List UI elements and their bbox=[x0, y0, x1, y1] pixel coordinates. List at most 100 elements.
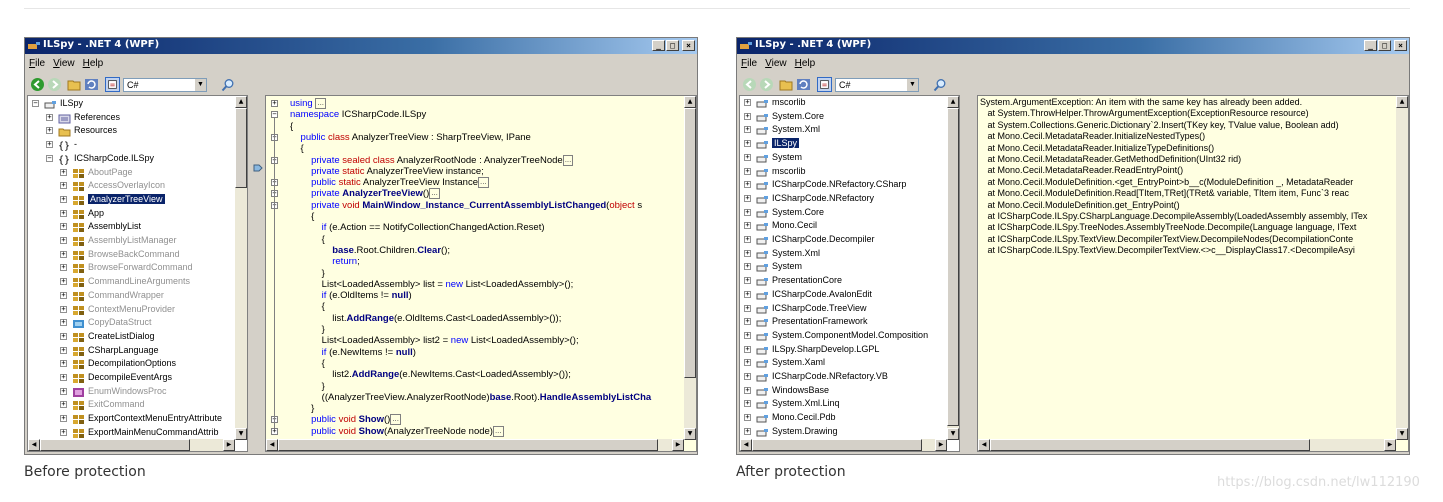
scroll-thumb[interactable] bbox=[40, 439, 190, 451]
menu-view[interactable]: View bbox=[765, 58, 787, 69]
expand-icon[interactable]: + bbox=[60, 374, 67, 381]
tree-node[interactable]: + CreateListDialog bbox=[28, 331, 237, 344]
expand-icon[interactable]: + bbox=[744, 181, 751, 189]
scroll-thumb[interactable] bbox=[990, 439, 1310, 451]
tree-node[interactable]: + ExportContextMenuEntryAttribute bbox=[28, 413, 237, 426]
assembly-tree[interactable]: − ILSpy + References + Resources +{} - −{} ICShar… bbox=[27, 95, 248, 452]
minimize-button[interactable]: _ bbox=[652, 40, 665, 51]
show-internal-icon[interactable] bbox=[105, 77, 120, 92]
menu-view[interactable]: View bbox=[53, 58, 75, 69]
scroll-up-button[interactable]: ▲ bbox=[947, 96, 959, 108]
expand-icon[interactable]: + bbox=[744, 208, 751, 216]
text-horizontal-scrollbar[interactable]: ◀ ▶ bbox=[978, 439, 1396, 451]
scroll-down-button[interactable]: ▼ bbox=[1396, 428, 1408, 440]
tree-node[interactable]: + {} - bbox=[28, 139, 237, 152]
scroll-thumb[interactable] bbox=[947, 108, 959, 426]
tree-node[interactable]: + BrowseBackCommand bbox=[28, 249, 237, 262]
minimize-button[interactable]: _ bbox=[1364, 40, 1377, 51]
expand-icon[interactable]: + bbox=[744, 263, 751, 271]
exception-text-view[interactable]: System.ArgumentException: An item with t… bbox=[977, 95, 1409, 452]
expand-icon[interactable]: + bbox=[271, 100, 278, 107]
expand-icon[interactable]: + bbox=[744, 359, 751, 367]
tree-node[interactable]: + AboutPage bbox=[28, 167, 237, 180]
tree-node[interactable]: + CSharpLanguage bbox=[28, 345, 237, 358]
expand-icon[interactable]: + bbox=[744, 414, 751, 422]
pane-splitter[interactable] bbox=[248, 95, 254, 454]
tree-node[interactable]: + AssemblyList bbox=[28, 221, 237, 234]
pane-splitter[interactable] bbox=[960, 95, 966, 454]
expand-icon[interactable]: + bbox=[744, 331, 751, 339]
scroll-left-button[interactable]: ◀ bbox=[266, 439, 278, 451]
tree-node[interactable]: + System.Core bbox=[740, 207, 949, 220]
tree-horizontal-scrollbar[interactable]: ◀ ▶ bbox=[28, 439, 235, 451]
code-vertical-scrollbar[interactable]: ▲ ▼ bbox=[684, 96, 696, 440]
maximize-button[interactable]: □ bbox=[666, 40, 679, 51]
tree-node[interactable]: + AnalyzerTreeView bbox=[28, 193, 237, 207]
search-icon[interactable] bbox=[933, 78, 947, 92]
tree-node[interactable]: − ILSpy bbox=[28, 98, 237, 111]
decompiled-code-view[interactable]: +using ...−namespace ICSharpCode.ILSpy{−… bbox=[265, 95, 697, 452]
tree-node[interactable]: + CommandLineArguments bbox=[28, 276, 237, 289]
tree-node[interactable]: + DecompileEventArgs bbox=[28, 372, 237, 385]
tree-node[interactable]: + System.Xml.Linq bbox=[740, 398, 949, 411]
scroll-thumb[interactable] bbox=[684, 108, 696, 378]
collapse-icon[interactable]: − bbox=[32, 100, 39, 107]
expand-icon[interactable]: + bbox=[744, 345, 751, 353]
scroll-down-button[interactable]: ▼ bbox=[235, 428, 247, 440]
expand-icon[interactable]: + bbox=[744, 373, 751, 380]
tree-node[interactable]: + WindowsBase bbox=[740, 385, 949, 398]
tree-node[interactable]: + Mono.Cecil bbox=[740, 220, 949, 233]
scroll-thumb[interactable] bbox=[235, 108, 247, 188]
expand-icon[interactable]: + bbox=[60, 415, 67, 423]
tree-node[interactable]: + ICSharpCode.NRefactory.CSharp bbox=[740, 179, 949, 192]
scroll-down-button[interactable]: ▼ bbox=[684, 428, 696, 440]
expand-icon[interactable]: + bbox=[46, 127, 53, 135]
scroll-thumb[interactable] bbox=[752, 439, 922, 451]
expand-icon[interactable]: + bbox=[60, 278, 67, 286]
expand-icon[interactable]: + bbox=[60, 237, 67, 244]
expand-icon[interactable]: + bbox=[60, 401, 67, 409]
collapsed-region[interactable]: ... bbox=[478, 177, 489, 189]
tree-node[interactable]: + ICSharpCode.NRefactory bbox=[740, 193, 949, 206]
tree-node[interactable]: + CopyDataStruct bbox=[28, 317, 237, 330]
expand-icon[interactable]: + bbox=[46, 141, 53, 149]
title-bar[interactable]: ILSpy - .NET 4 (WPF) _ □ × bbox=[25, 38, 697, 54]
close-button[interactable]: × bbox=[1394, 40, 1407, 51]
expand-icon[interactable]: + bbox=[271, 427, 278, 435]
tree-node[interactable]: + ILSpy.SharpDevelop.LGPL bbox=[740, 344, 949, 357]
expand-icon[interactable]: + bbox=[60, 346, 67, 354]
tree-node[interactable]: + System.Drawing bbox=[740, 426, 949, 439]
collapsed-region[interactable]: ... bbox=[315, 98, 327, 109]
expand-icon[interactable]: + bbox=[60, 319, 67, 327]
expand-icon[interactable]: + bbox=[744, 167, 751, 175]
assembly-tree[interactable]: + mscorlib + System.Core + System.Xml + ILSpy + S… bbox=[739, 95, 960, 452]
expand-icon[interactable]: + bbox=[744, 318, 751, 326]
scroll-up-button[interactable]: ▲ bbox=[684, 96, 696, 108]
expand-icon[interactable]: + bbox=[60, 250, 67, 258]
tree-node[interactable]: + References bbox=[28, 112, 237, 125]
tree-node[interactable]: + ContextMenuProvider bbox=[28, 304, 237, 317]
expand-icon[interactable]: + bbox=[744, 386, 751, 394]
tree-node[interactable]: + ICSharpCode.NRefactory.VB bbox=[740, 371, 949, 384]
back-icon[interactable] bbox=[30, 77, 45, 92]
scroll-left-button[interactable]: ◀ bbox=[740, 439, 752, 451]
tree-node[interactable]: + System bbox=[740, 152, 949, 165]
expand-icon[interactable]: + bbox=[744, 126, 751, 134]
tree-vertical-scrollbar[interactable]: ▲ ▼ bbox=[947, 96, 959, 440]
expand-icon[interactable]: + bbox=[744, 236, 751, 243]
tree-node[interactable]: + PresentationCore bbox=[740, 275, 949, 288]
collapsed-region[interactable]: ... bbox=[390, 414, 401, 426]
open-folder-icon[interactable] bbox=[779, 77, 794, 92]
collapsed-region[interactable]: ... bbox=[429, 188, 440, 200]
tree-node[interactable]: + mscorlib bbox=[740, 166, 949, 179]
menu-help[interactable]: Help bbox=[83, 58, 104, 69]
tree-node[interactable]: −{} ICSharpCode.ILSpy bbox=[28, 153, 237, 166]
expand-icon[interactable]: + bbox=[60, 223, 67, 231]
tree-node[interactable]: + PresentationFramework bbox=[740, 316, 949, 329]
menu-help[interactable]: Help bbox=[795, 58, 816, 69]
menu-file[interactable]: File bbox=[741, 58, 757, 69]
tree-horizontal-scrollbar[interactable]: ◀ ▶ bbox=[740, 439, 947, 451]
expand-icon[interactable]: + bbox=[744, 277, 751, 285]
scroll-right-button[interactable]: ▶ bbox=[935, 439, 947, 451]
close-button[interactable]: × bbox=[682, 40, 695, 51]
